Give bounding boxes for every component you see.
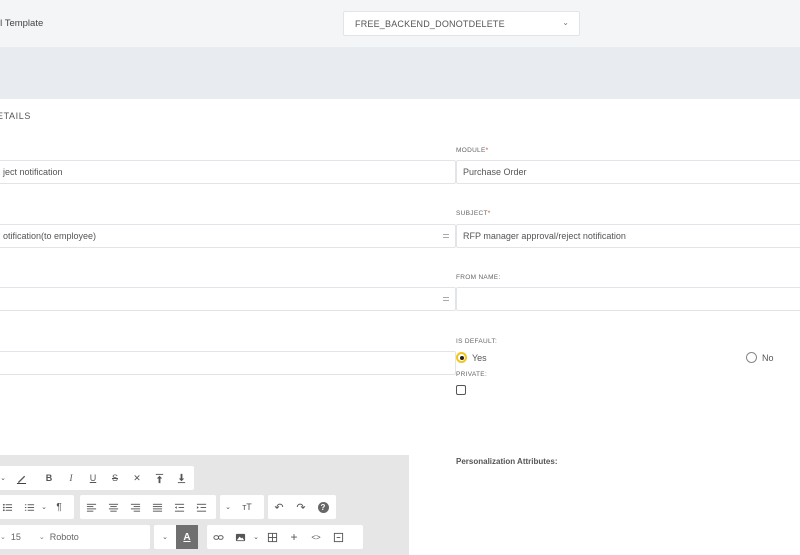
code-glyph: <> [311, 532, 321, 542]
underline-icon[interactable]: U [82, 466, 104, 490]
notification-type-value: otification(to employee) [3, 231, 97, 241]
toolbar-group-insert: ⌄ + <> [207, 525, 363, 549]
align-right-icon[interactable] [124, 495, 146, 519]
italic-icon[interactable]: I [60, 466, 82, 490]
rich-text-editor: ⌄ B I U S ✕ ⌄ ¶ ⌄ ᴛT ↶ ↷ ? ⌄ 15 ⌄ Roboto… [0, 455, 409, 555]
is-default-yes[interactable]: Yes [456, 352, 487, 363]
fullscreen-icon[interactable] [327, 525, 349, 549]
toolbar-group-lists: ⌄ ¶ [0, 495, 74, 519]
chevron-down-icon: ⌄ [562, 18, 569, 27]
ordered-list-icon[interactable] [18, 495, 40, 519]
redo-icon[interactable]: ↷ [290, 495, 312, 519]
code-view-icon[interactable]: <> [305, 525, 327, 549]
image-icon[interactable] [229, 525, 251, 549]
toolbar-group-history: ↶ ↷ ? [268, 495, 336, 519]
align-left-icon[interactable] [80, 495, 102, 519]
top-bar: il Template FREE_BACKEND_DONOTDELETE ⌄ [0, 0, 800, 47]
drag-handle-icon [443, 297, 449, 303]
clear-glyph: ✕ [133, 472, 141, 483]
is-default-no[interactable]: No [746, 352, 774, 363]
module-value: Purchase Order [463, 167, 527, 177]
font-size-select[interactable]: ⌄ 15 [0, 525, 21, 549]
strikethrough-icon[interactable]: S [104, 466, 126, 490]
name-field-value: ject notification [3, 167, 63, 177]
template-label: il Template [0, 18, 44, 29]
name-field[interactable]: ject notification [0, 160, 456, 184]
radio-no-label: No [762, 352, 774, 363]
toolbar-group-color: ⌄ A [154, 525, 198, 549]
caret-down-icon[interactable]: ⌄ [40, 495, 48, 519]
help-glyph: ? [317, 501, 329, 513]
notification-type-select[interactable]: otification(to employee) [0, 224, 456, 248]
personalization-title: Personalization Attributes: [456, 457, 558, 466]
subject-label: SUBJECT* [456, 210, 491, 217]
text-color-icon[interactable]: A [176, 525, 198, 549]
font-family-value: Roboto [49, 532, 79, 542]
radio-yes[interactable] [456, 352, 467, 363]
module-field[interactable]: Purchase Order [456, 160, 800, 184]
caret-down-icon[interactable]: ⌄ [251, 525, 261, 549]
left-field-4[interactable] [0, 351, 456, 375]
caret-down-icon: ⌄ [0, 534, 6, 541]
outdent-icon[interactable] [168, 495, 190, 519]
indent-icon[interactable] [190, 495, 212, 519]
underline-glyph: U [89, 473, 97, 483]
header-band [0, 47, 800, 99]
from-name-label: FROM NAME: [456, 274, 501, 281]
superscript-icon[interactable] [148, 466, 170, 490]
line-height-icon[interactable]: ᴛT [236, 495, 258, 519]
caret-down-icon[interactable]: ⌄ [220, 495, 236, 519]
section-title: ETAILS [0, 111, 31, 121]
bold-icon[interactable]: B [38, 466, 60, 490]
align-center-icon[interactable] [102, 495, 124, 519]
link-icon[interactable] [207, 525, 229, 549]
private-checkbox[interactable] [456, 385, 466, 395]
subject-value: RFP manager approval/reject notification [463, 231, 626, 241]
caret-down-icon[interactable]: ⌄ [154, 525, 176, 549]
left-select-3[interactable] [0, 287, 456, 311]
pen-icon[interactable] [10, 466, 32, 490]
is-default-label: IS DEFAULT: [456, 338, 498, 345]
private-label: PRIVATE: [456, 371, 488, 378]
help-icon[interactable]: ? [312, 495, 334, 519]
radio-no[interactable] [746, 352, 757, 363]
font-size-value: 15 [10, 532, 21, 542]
radio-yes-label: Yes [472, 352, 487, 363]
caret-down-icon[interactable]: ⌄ [0, 466, 10, 490]
bold-glyph: B [45, 473, 53, 483]
italic-glyph: I [69, 473, 73, 483]
toolbar-group-align [80, 495, 216, 519]
subject-field[interactable]: RFP manager approval/reject notification [456, 224, 800, 248]
clear-format-icon[interactable]: ✕ [126, 466, 148, 490]
caret-down-icon: ⌄ [38, 534, 45, 541]
template-select-value: FREE_BACKEND_DONOTDELETE [355, 19, 505, 29]
paragraph-format-icon[interactable]: ¶ [48, 495, 70, 519]
undo-icon[interactable]: ↶ [268, 495, 290, 519]
module-label: MODULE* [456, 147, 489, 154]
template-select[interactable]: FREE_BACKEND_DONOTDELETE ⌄ [343, 11, 580, 36]
text-color-glyph: A [183, 531, 191, 543]
table-icon[interactable] [261, 525, 283, 549]
toolbar-group-format: ⌄ B I U S ✕ [0, 466, 194, 490]
plus-icon[interactable]: + [283, 525, 305, 549]
toolbar-group-lineheight: ⌄ ᴛT [220, 495, 264, 519]
font-family-select[interactable]: ⌄ Roboto [35, 525, 79, 549]
strike-glyph: S [111, 473, 118, 483]
toolbar-group-font: ⌄ 15 ⌄ Roboto [0, 525, 150, 549]
subscript-icon[interactable] [170, 466, 192, 490]
plus-glyph: + [290, 530, 298, 544]
from-name-field[interactable] [456, 287, 800, 311]
unordered-list-icon[interactable] [0, 495, 18, 519]
drag-handle-icon [443, 234, 449, 240]
align-justify-icon[interactable] [146, 495, 168, 519]
